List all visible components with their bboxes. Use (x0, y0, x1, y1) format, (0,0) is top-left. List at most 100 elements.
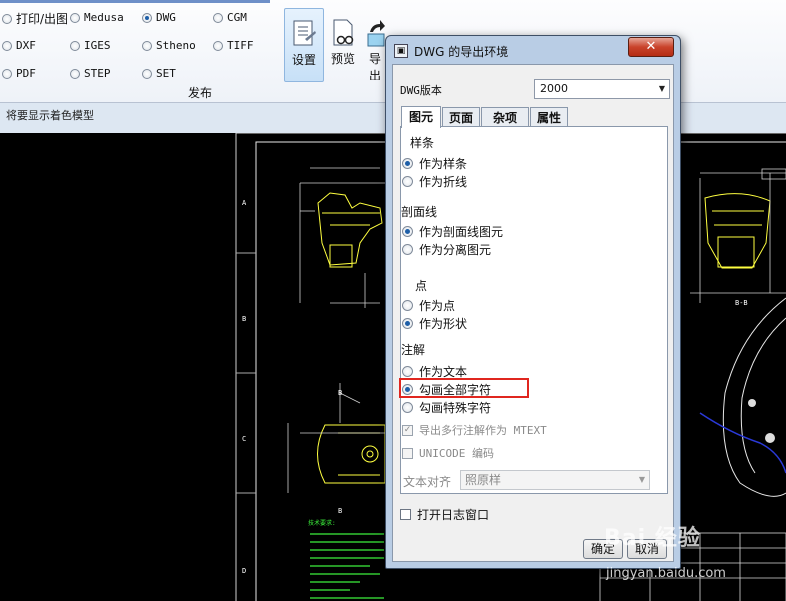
radio-icon (402, 158, 413, 169)
tab-entities[interactable]: 图元 (401, 106, 441, 128)
dwg-version-select[interactable]: 2000 ▼ (534, 79, 670, 99)
option-label: 作为剖面线图元 (419, 225, 504, 239)
text-align-value: 照原样 (465, 473, 502, 487)
dwg-version-value: 2000 (540, 82, 568, 95)
radio-icon (213, 40, 223, 51)
option-label: 作为分离图元 (419, 243, 492, 257)
zone-letter: B (242, 315, 246, 323)
settings-icon (293, 20, 316, 46)
point-as-shape-radio[interactable]: 作为形状 (402, 315, 467, 332)
option-label: 作为点 (419, 299, 456, 313)
tab-panel-entities: 样条 作为样条 作为折线 剖面线 作为剖面线图元 作为分离图元 点 作为点 作为… (399, 126, 668, 494)
tab-attributes[interactable]: 属性 (530, 107, 568, 127)
format-option-cgm[interactable]: CGM (213, 11, 247, 24)
checkmark-icon: ✓ (402, 424, 413, 436)
open-log-checkbox[interactable]: 打开日志窗口 (400, 506, 489, 523)
spline-as-spline-radio[interactable]: 作为样条 (402, 155, 467, 172)
dialog-title: DWG 的导出环境 (414, 44, 509, 59)
point-section-title: 点 (415, 279, 428, 293)
option-label: 导出多行注解作为 MTEXT (419, 424, 547, 437)
format-option-pdf[interactable]: PDF (2, 67, 36, 80)
radio-icon (142, 12, 152, 23)
radio-icon (402, 300, 413, 311)
section-label: B-B (735, 299, 748, 307)
notes-title: 技术要求: (308, 519, 336, 527)
radio-icon (402, 226, 413, 237)
export-button[interactable]: 导出 (364, 8, 386, 80)
option-label: 打开日志窗口 (417, 508, 490, 522)
ribbon-active-tab-line (0, 0, 270, 3)
ribbon-group-label: 发布 (188, 86, 213, 100)
tab-misc[interactable]: 杂项 (481, 107, 529, 127)
dialog-body: DWG版本 2000 ▼ 图元 页面 杂项 属性 样条 作为样条 作为折线 剖面… (392, 64, 674, 562)
chevron-down-icon: ▼ (658, 84, 665, 93)
format-label: CGM (227, 11, 247, 24)
format-label: Medusa (84, 11, 124, 24)
radio-icon (402, 244, 413, 255)
zone-letter: D (242, 567, 246, 575)
highlight-box (399, 378, 529, 398)
format-label: SET (156, 67, 176, 80)
preview-button-label: 预览 (330, 52, 355, 66)
format-option-dwg[interactable]: DWG (142, 11, 176, 24)
hatch-as-hatch-radio[interactable]: 作为剖面线图元 (402, 223, 503, 240)
radio-icon (142, 40, 152, 51)
format-option-print[interactable]: 打印/出图 (2, 10, 68, 27)
text-align-label: 文本对齐 (403, 475, 452, 489)
export-button-label: 导出 (368, 52, 381, 80)
format-option-iges[interactable]: IGES (70, 39, 111, 52)
watermark-logo: Bai 经验 (604, 526, 701, 551)
tab-page[interactable]: 页面 (442, 107, 480, 127)
format-label: DXF (16, 39, 36, 52)
settings-button-label: 设置 (291, 53, 316, 67)
format-option-tiff[interactable]: TIFF (213, 39, 254, 52)
zone-letter: C (242, 435, 246, 443)
format-option-dxf[interactable]: DXF (2, 39, 36, 52)
notes-lines (310, 533, 384, 599)
annotation-stroke-special-radio[interactable]: 勾画特殊字符 (402, 399, 491, 416)
hatch-as-separate-radio[interactable]: 作为分离图元 (402, 241, 491, 258)
option-label: 勾画特殊字符 (419, 401, 492, 415)
zone-letter: A (242, 199, 247, 207)
option-label: 作为折线 (419, 175, 468, 189)
checkbox-icon (400, 509, 411, 520)
chevron-down-icon: ▼ (638, 475, 645, 484)
mtext-checkbox[interactable]: ✓ 导出多行注解作为 MTEXT (402, 422, 547, 438)
export-icon (367, 20, 385, 47)
watermark-url: jingyan.baidu.com (606, 566, 726, 581)
watermark: Bai 经验 jingyan.baidu.com (596, 520, 782, 600)
radio-icon (70, 40, 80, 51)
radio-icon (70, 12, 80, 23)
hatch-section-title: 剖面线 (401, 205, 438, 219)
text-align-select[interactable]: 照原样 ▼ (460, 470, 650, 490)
radio-icon (2, 40, 12, 51)
unicode-checkbox[interactable]: UNICODE 编码 (402, 445, 494, 461)
radio-icon (213, 12, 223, 23)
format-label: Stheno (156, 39, 196, 52)
settings-button[interactable]: 设置 (284, 8, 324, 82)
format-label: DWG (156, 11, 176, 24)
point-as-point-radio[interactable]: 作为点 (402, 297, 455, 314)
radio-icon (2, 68, 12, 79)
radio-icon (402, 366, 413, 377)
radio-icon (70, 68, 80, 79)
format-option-set[interactable]: SET (142, 67, 176, 80)
format-option-step[interactable]: STEP (70, 67, 111, 80)
format-option-medusa[interactable]: Medusa (70, 11, 124, 24)
radio-icon (402, 176, 413, 187)
preview-button[interactable]: 预览 (324, 8, 362, 80)
radio-icon (2, 13, 12, 24)
spline-as-polyline-radio[interactable]: 作为折线 (402, 173, 467, 190)
format-label: TIFF (227, 39, 254, 52)
format-label: 打印/出图 (16, 12, 69, 26)
format-label: STEP (84, 67, 111, 80)
format-option-stheno[interactable]: Stheno (142, 39, 196, 52)
close-button[interactable]: ✕ (628, 37, 674, 57)
close-icon: ✕ (645, 39, 657, 54)
dwg-export-dialog: ▣ DWG 的导出环境 ✕ DWG版本 2000 ▼ 图元 页面 杂项 属性 样… (385, 35, 681, 569)
annotation-section-title: 注解 (401, 343, 426, 357)
dwg-version-label: DWG版本 (400, 84, 442, 97)
format-label: PDF (16, 67, 36, 80)
checkbox-icon (402, 447, 413, 459)
radio-icon (142, 68, 152, 79)
